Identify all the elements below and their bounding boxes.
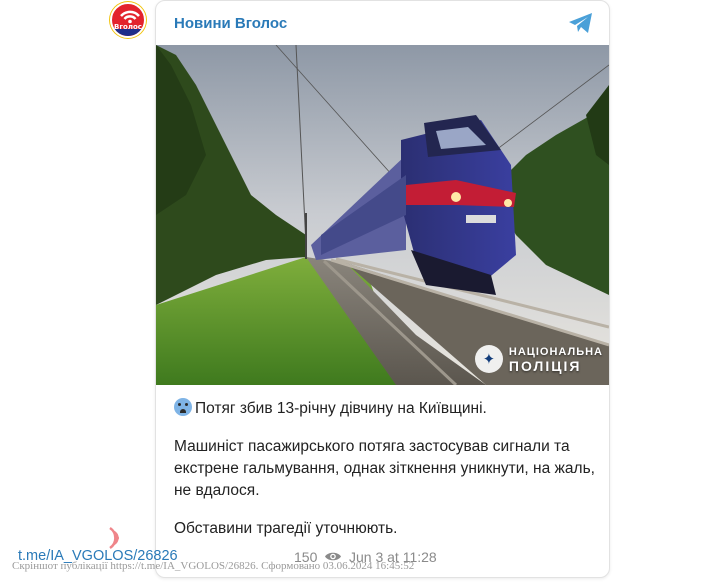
anxious-face-emoji-icon (174, 398, 192, 416)
post-card: Новини Вголос ✦ НАЦІОНАЛЬНА ПОЛІЦІЯ Потя… (155, 0, 610, 578)
post-paragraph-1: Машиніст пасажирського потяга застосував… (174, 438, 595, 499)
avatar-band (112, 29, 144, 36)
post-paragraph-2: Обставини трагедії уточнюють. (174, 520, 398, 537)
post-text: Потяг збив 13-річну дівчину на Київщині.… (174, 398, 599, 556)
watermark-line1: НАЦІОНАЛЬНА (508, 346, 603, 358)
train-photo-image (156, 45, 609, 385)
vgolos-watermark-icon (109, 526, 119, 550)
police-watermark: ✦ НАЦІОНАЛЬНА ПОЛІЦІЯ (474, 345, 603, 374)
post-photo[interactable]: ✦ НАЦІОНАЛЬНА ПОЛІЦІЯ (156, 45, 609, 385)
screenshot-caption: Скріншот публікації https://t.me/IA_VGOL… (12, 560, 415, 572)
watermark-line2: ПОЛІЦІЯ (508, 358, 582, 374)
police-emblem-icon: ✦ (474, 345, 503, 373)
channel-avatar[interactable]: Вголос (110, 2, 146, 38)
channel-name[interactable]: Новини Вголос (174, 15, 287, 32)
telegram-plane-icon[interactable] (568, 12, 594, 34)
post-headline: Потяг збив 13-річну дівчину на Київщині. (195, 400, 487, 417)
